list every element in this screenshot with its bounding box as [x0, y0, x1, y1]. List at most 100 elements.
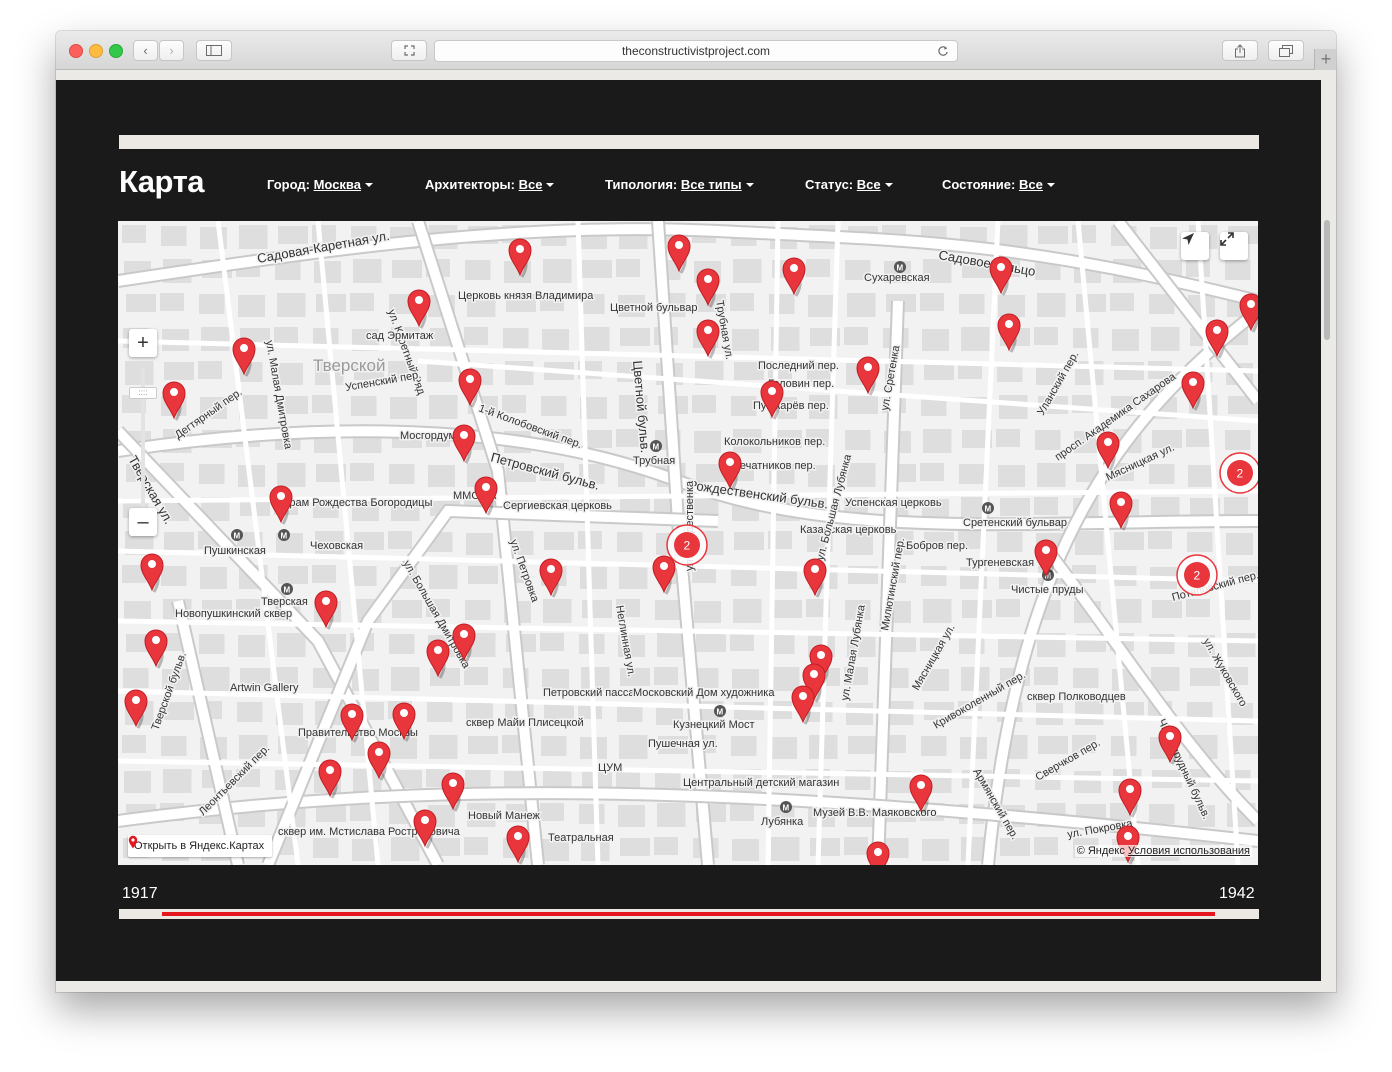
timeline-range[interactable]: [162, 912, 1215, 916]
marker-pin: [407, 289, 431, 328]
marker-dot: [1117, 498, 1125, 506]
map-marker[interactable]: [696, 319, 720, 359]
new-tab-button[interactable]: +: [1314, 49, 1336, 71]
building: [1225, 260, 1251, 280]
filter-status[interactable]: Статус: Все: [805, 177, 893, 192]
marker-dot: [240, 344, 248, 352]
address-bar[interactable]: theconstructivistproject.com: [434, 40, 958, 62]
timeline-slider[interactable]: [119, 909, 1259, 919]
map[interactable]: Садовая-Каретная ул. Садовое кольцо Сухаре…: [118, 221, 1258, 865]
map-label: Кузнецкий Мост: [673, 719, 755, 731]
map-label: Казанская церковь: [800, 524, 897, 536]
building: [1226, 533, 1253, 555]
filter-value[interactable]: Все: [1019, 177, 1043, 192]
back-button[interactable]: ‹: [133, 40, 158, 61]
building: [164, 362, 194, 380]
map-marker[interactable]: [539, 558, 563, 598]
map-marker[interactable]: [140, 553, 164, 593]
chevron-left-icon: ‹: [143, 43, 148, 58]
building: [164, 532, 194, 550]
tabs-button[interactable]: [1268, 40, 1304, 61]
building: [998, 465, 1025, 487]
building: [274, 327, 298, 345]
caret-down-icon: [1046, 183, 1055, 187]
sidebar-button[interactable]: [196, 40, 232, 61]
building: [351, 566, 377, 586]
metro-icon: M: [714, 705, 726, 717]
marker-dot: [449, 779, 457, 787]
marker-dot: [434, 646, 442, 654]
building: [201, 327, 230, 351]
filter-value[interactable]: Все типы: [681, 177, 742, 192]
zoom-out-button[interactable]: –: [129, 508, 157, 536]
filter-typology[interactable]: Типология: Все типы: [605, 177, 754, 192]
open-in-yandex-maps-link[interactable]: Открыть в Яндекс.Картах: [128, 835, 273, 857]
building: [733, 259, 762, 283]
marker-pin: [803, 558, 827, 597]
reader-button[interactable]: [391, 40, 427, 61]
filter-condition[interactable]: Состояние: Все: [942, 177, 1055, 192]
fullscreen-button[interactable]: [1220, 232, 1248, 260]
building: [277, 293, 306, 317]
map-marker[interactable]: [269, 485, 293, 525]
filter-value[interactable]: Москва: [314, 177, 361, 192]
map-marker[interactable]: [144, 629, 168, 669]
map-marker[interactable]: [803, 558, 827, 598]
map-marker[interactable]: [782, 257, 806, 297]
locate-button[interactable]: [1181, 232, 1209, 260]
forward-button[interactable]: ›: [159, 40, 184, 61]
map-canvas[interactable]: Садовая-Каретная ул. Садовое кольцоСухаре…: [118, 221, 1258, 865]
building: [654, 667, 678, 685]
building: [502, 395, 526, 413]
zoom-slider-handle[interactable]: ::::: [129, 387, 157, 399]
marker-dot: [277, 492, 285, 500]
map-marker[interactable]: [407, 289, 431, 329]
building: [692, 395, 716, 413]
marker-pin: [539, 558, 563, 597]
marker-cluster[interactable]: 2: [1219, 452, 1258, 494]
building: [921, 566, 947, 586]
metro-icon: M: [650, 440, 662, 452]
reload-icon[interactable]: [937, 45, 949, 57]
map-marker[interactable]: [506, 825, 530, 865]
share-button[interactable]: [1222, 40, 1258, 61]
building: [389, 634, 415, 654]
caret-down-icon: [546, 183, 555, 187]
filter-value[interactable]: Все: [857, 177, 881, 192]
filter-label: Типология:: [605, 177, 678, 192]
terms-link[interactable]: Условия использования: [1128, 845, 1250, 857]
marker-dot: [148, 560, 156, 568]
building: [772, 600, 802, 618]
building: [846, 533, 873, 555]
filter-label: Состояние:: [942, 177, 1016, 192]
building: [844, 837, 868, 855]
building: [199, 634, 225, 654]
zoom-window-button[interactable]: [109, 44, 123, 58]
minimize-window-button[interactable]: [89, 44, 103, 58]
filter-architects[interactable]: Архитекторы: Все: [425, 177, 555, 192]
building: [1150, 227, 1177, 249]
zoom-in-button[interactable]: +: [129, 329, 157, 357]
filter-city[interactable]: Город: Москва: [267, 177, 373, 192]
filter-value[interactable]: Все: [519, 177, 543, 192]
map-marker[interactable]: [856, 356, 880, 396]
map-marker[interactable]: [866, 841, 890, 865]
map-label: Трубная: [633, 455, 675, 467]
marker-dot: [326, 766, 334, 774]
svg-text:M: M: [783, 804, 790, 813]
building: [1187, 532, 1213, 552]
map-marker[interactable]: [652, 555, 676, 595]
building: [465, 600, 491, 620]
map-marker[interactable]: [452, 424, 476, 464]
marker-cluster[interactable]: 2: [1176, 554, 1218, 596]
marker-pin: [696, 319, 720, 358]
page-scrollbar[interactable]: [1324, 220, 1330, 340]
map-marker[interactable]: [997, 313, 1021, 353]
map-label: Успенская церковь: [845, 497, 942, 509]
close-window-button[interactable]: [69, 44, 83, 58]
marker-cluster[interactable]: 2: [666, 524, 708, 566]
building: [163, 769, 192, 793]
metro-icon: M: [780, 801, 792, 813]
building: [1038, 736, 1068, 754]
building: [278, 566, 308, 584]
